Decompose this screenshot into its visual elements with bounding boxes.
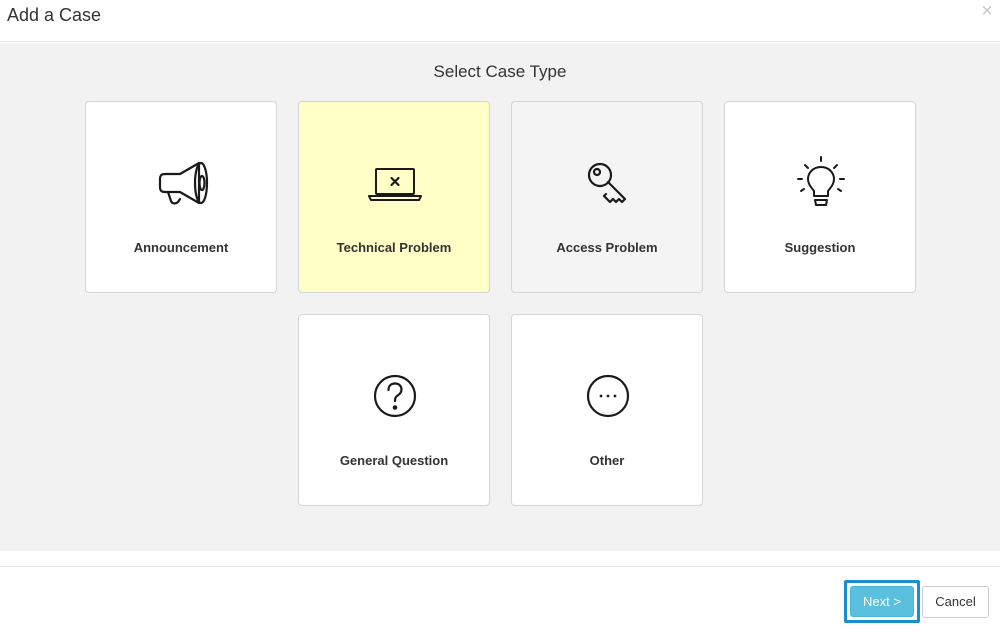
case-type-suggestion[interactable]: Suggestion bbox=[724, 101, 916, 293]
case-type-label: Other bbox=[589, 453, 625, 468]
case-type-label: General Question bbox=[339, 453, 449, 468]
case-type-access-problem[interactable]: Access Problem bbox=[511, 101, 703, 293]
next-button[interactable]: Next > bbox=[850, 586, 914, 617]
ellipsis-circle-icon bbox=[578, 366, 638, 426]
case-type-label: Announcement bbox=[133, 240, 229, 255]
key-icon bbox=[578, 153, 638, 213]
case-type-announcement[interactable]: Announcement bbox=[85, 101, 277, 293]
megaphone-icon bbox=[152, 153, 212, 213]
lightbulb-icon bbox=[791, 153, 851, 213]
cancel-button[interactable]: Cancel bbox=[922, 586, 989, 618]
section-title: Select Case Type bbox=[433, 62, 567, 81]
case-type-general-question[interactable]: General Question bbox=[298, 314, 490, 506]
close-button[interactable]: × bbox=[980, 2, 994, 18]
modal-title: Add a Case bbox=[7, 5, 102, 25]
question-circle-icon bbox=[365, 366, 425, 426]
case-type-technical-problem[interactable]: Technical Problem bbox=[298, 101, 490, 293]
case-type-label: Technical Problem bbox=[336, 240, 452, 255]
case-type-other[interactable]: Other bbox=[511, 314, 703, 506]
case-type-label: Suggestion bbox=[784, 240, 856, 255]
laptop-error-icon bbox=[365, 153, 425, 213]
modal-footer: Next > Cancel bbox=[0, 566, 1000, 634]
modal-header: Add a Case × bbox=[0, 0, 1000, 42]
modal-body: Select Case Type Announcement Technical … bbox=[0, 43, 1000, 551]
next-button-focus-ring: Next > bbox=[844, 580, 920, 623]
case-type-label: Access Problem bbox=[556, 240, 658, 255]
